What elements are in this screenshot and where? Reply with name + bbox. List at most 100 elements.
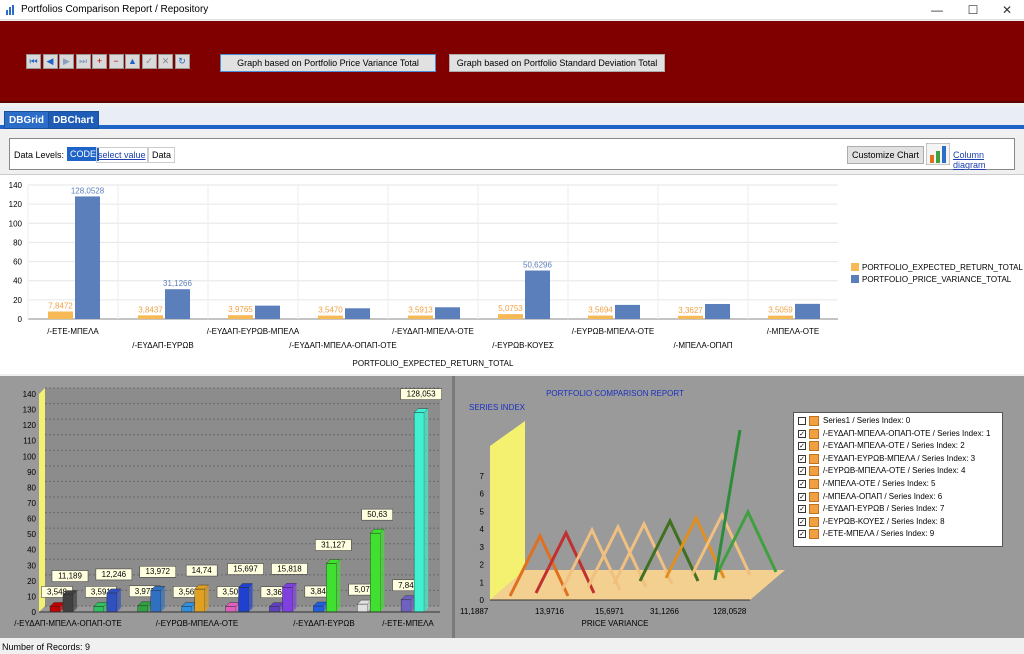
bar-1-0[interactable] bbox=[75, 196, 100, 319]
bar-0-3[interactable] bbox=[318, 315, 343, 319]
y-tick-label: 80 bbox=[13, 238, 22, 247]
legend-item-4[interactable]: ✓ /-ΕΥΡΩΒ-ΜΠΕΛΑ-ΟΤΕ / Series Index: 4 bbox=[798, 466, 998, 479]
legend-checkbox[interactable]: ✓ bbox=[798, 442, 806, 451]
bar-1-1[interactable] bbox=[165, 289, 190, 319]
select-value-link[interactable]: select value bbox=[96, 147, 148, 163]
customize-chart-button[interactable]: Customize Chart bbox=[847, 146, 925, 164]
nav-button-7[interactable]: ✓ bbox=[141, 54, 157, 69]
legend-label: Series1 / Series Index: 0 bbox=[823, 416, 911, 426]
bar3d-b-8[interactable] bbox=[413, 412, 425, 613]
x-tick-label: /-ΕΥΔΑΠ-ΜΠΕΛΑ-ΟΠΑΠ-ΟΤΕ bbox=[289, 341, 396, 350]
series-line-9[interactable] bbox=[713, 429, 742, 581]
legend-label: /-ΕΥΔΑΠ-ΜΠΕΛΑ-ΟΠΑΠ-ΟΤΕ / Series Index: 1 bbox=[823, 428, 991, 438]
bar-1-5[interactable] bbox=[525, 270, 550, 319]
legend-item-5[interactable]: ✓ /-ΜΠΕΛΑ-ΟΤΕ / Series Index: 5 bbox=[798, 478, 998, 492]
legend-checkbox[interactable]: ✓ bbox=[798, 517, 806, 526]
nav-button-9[interactable]: ↻ bbox=[174, 54, 190, 69]
legend-checkbox[interactable]: ✓ bbox=[798, 479, 806, 488]
bar-1-6[interactable] bbox=[615, 304, 640, 319]
bar3d-a-6[interactable] bbox=[313, 605, 324, 613]
nav-button-0[interactable]: ⏮ bbox=[26, 54, 41, 69]
bar-0-4[interactable] bbox=[408, 315, 433, 319]
nav-button-3[interactable]: ⏭ bbox=[75, 54, 91, 69]
bar3d-a-7[interactable] bbox=[357, 603, 368, 613]
legend-checkbox[interactable]: ✓ bbox=[798, 505, 806, 514]
close-button[interactable]: ✕ bbox=[990, 0, 1024, 20]
nav-button-6[interactable]: ▲ bbox=[125, 54, 140, 69]
bar-0-8[interactable] bbox=[768, 315, 793, 319]
bar3d-b-3[interactable] bbox=[194, 588, 205, 613]
legend-checkbox[interactable]: ✓ bbox=[798, 467, 806, 476]
data-label: 3,8437 bbox=[138, 305, 163, 314]
bar-0-1[interactable] bbox=[138, 315, 163, 319]
plot-side-wall bbox=[39, 388, 45, 612]
bar3d-b-4[interactable] bbox=[238, 587, 249, 613]
bar3d-a-2[interactable] bbox=[137, 605, 148, 613]
legend-item-1[interactable]: ✓ /-ΕΥΔΑΠ-ΜΠΕΛΑ-ΟΠΑΠ-ΟΤΕ / Series Index: … bbox=[798, 428, 998, 442]
data-chip[interactable]: Data bbox=[148, 147, 176, 163]
legend-checkbox[interactable]: ✓ bbox=[798, 429, 806, 438]
bar-0-7[interactable] bbox=[678, 315, 703, 319]
y-tick-label: 40 bbox=[27, 546, 36, 555]
bar3d-b-7[interactable] bbox=[370, 532, 381, 613]
legend-checkbox[interactable]: ✓ bbox=[798, 454, 806, 463]
bar-1-8[interactable] bbox=[795, 303, 820, 319]
bar-0-6[interactable] bbox=[588, 315, 613, 319]
legend-checkbox[interactable]: ✓ bbox=[798, 492, 806, 501]
bar3d-a-4[interactable] bbox=[225, 606, 236, 613]
legend-checkbox[interactable]: ✓ bbox=[798, 530, 806, 539]
y-tick-label: 90 bbox=[27, 468, 36, 477]
legend-swatch bbox=[809, 453, 819, 464]
series-line-9[interactable] bbox=[716, 508, 778, 573]
bar3d-b-6[interactable] bbox=[326, 563, 337, 613]
tab-dbgrid[interactable]: DBGrid bbox=[4, 111, 49, 129]
data-label: 3,5470 bbox=[318, 306, 343, 315]
bar3d-a-8[interactable] bbox=[400, 599, 412, 613]
column-diagram-link[interactable]: Column diagram bbox=[953, 150, 1014, 170]
nav-button-4[interactable]: + bbox=[92, 54, 107, 69]
column-diagram-icon[interactable] bbox=[926, 143, 950, 165]
legend-swatch bbox=[809, 428, 819, 439]
nav-button-8[interactable]: ✕ bbox=[158, 54, 173, 69]
bar-1-7[interactable] bbox=[705, 303, 730, 319]
bar-1-4[interactable] bbox=[435, 307, 460, 319]
stddev-graph-button[interactable]: Graph based on Portfolio Standard Deviat… bbox=[449, 54, 665, 72]
bar-0-0[interactable] bbox=[48, 311, 73, 319]
legend-item-0[interactable]: Series1 / Series Index: 0 bbox=[798, 416, 998, 429]
bar3d-a-5[interactable] bbox=[269, 606, 280, 613]
x-tick-label: 15,6971 bbox=[595, 607, 624, 616]
bar-1-3[interactable] bbox=[345, 308, 370, 319]
bar3d-a-1[interactable] bbox=[93, 606, 105, 613]
legend-item-7[interactable]: ✓ /-ΕΥΔΑΠ-ΕΥΡΩΒ / Series Index: 7 bbox=[798, 504, 998, 517]
bar3d-b-0[interactable] bbox=[62, 594, 74, 613]
bar-1-2[interactable] bbox=[255, 305, 280, 319]
bar3d-side bbox=[160, 586, 165, 612]
bar3d-b-5[interactable] bbox=[282, 587, 293, 613]
bar-0-2[interactable] bbox=[228, 315, 253, 319]
legend-item-9[interactable]: ✓ /-ΕΤΕ-ΜΠΕΛΑ / Series Index: 9 bbox=[798, 529, 998, 542]
legend-item-6[interactable]: ✓ /-ΜΠΕΛΑ-ΟΠΑΠ / Series Index: 6 bbox=[798, 491, 998, 505]
nav-button-2[interactable]: ▶ bbox=[59, 54, 74, 69]
maximize-button[interactable]: ☐ bbox=[956, 0, 990, 20]
bar3d-a-0[interactable] bbox=[49, 606, 61, 613]
legend-item-8[interactable]: ✓ /-ΕΥΡΩΒ-ΚΟΥΕΣ / Series Index: 8 bbox=[798, 516, 998, 530]
nav-button-1[interactable]: ◀ bbox=[42, 54, 58, 69]
minimize-button[interactable]: — bbox=[920, 0, 954, 20]
legend-checkbox[interactable] bbox=[798, 417, 806, 425]
bar3d-b-2[interactable] bbox=[150, 590, 161, 613]
bar3d-a-3[interactable] bbox=[181, 606, 192, 613]
nav-button-5[interactable]: − bbox=[108, 54, 124, 69]
data-label: 3,5913 bbox=[408, 306, 433, 315]
bar3d-b-1[interactable] bbox=[106, 592, 118, 613]
code-chip[interactable]: CODE bbox=[67, 147, 100, 161]
top-bar-chart: 0 20 40 60 80 100 120 140 7,8472 128,0528 /-ΕΤΕ-ΜΠ… bbox=[9, 181, 1024, 368]
bar-0-5[interactable] bbox=[498, 314, 523, 319]
legend-item-2[interactable]: ✓ /-ΕΥΔΑΠ-ΜΠΕΛΑ-ΟΤΕ / Series Index: 2 bbox=[798, 441, 998, 454]
variance-graph-button[interactable]: Graph based on Portfolio Price Variance … bbox=[220, 54, 436, 72]
x-tick-label: 13,9716 bbox=[535, 607, 564, 616]
y-tick-label: 0 bbox=[18, 315, 23, 324]
y-tick-label: 50 bbox=[27, 530, 36, 539]
tab-dbchart[interactable]: DBChart bbox=[48, 111, 99, 129]
legend-swatch bbox=[809, 441, 819, 452]
legend-item-3[interactable]: ✓ /-ΕΥΔΑΠ-ΕΥΡΩΒ-ΜΠΕΛΑ / Series Index: 3 bbox=[798, 453, 998, 467]
